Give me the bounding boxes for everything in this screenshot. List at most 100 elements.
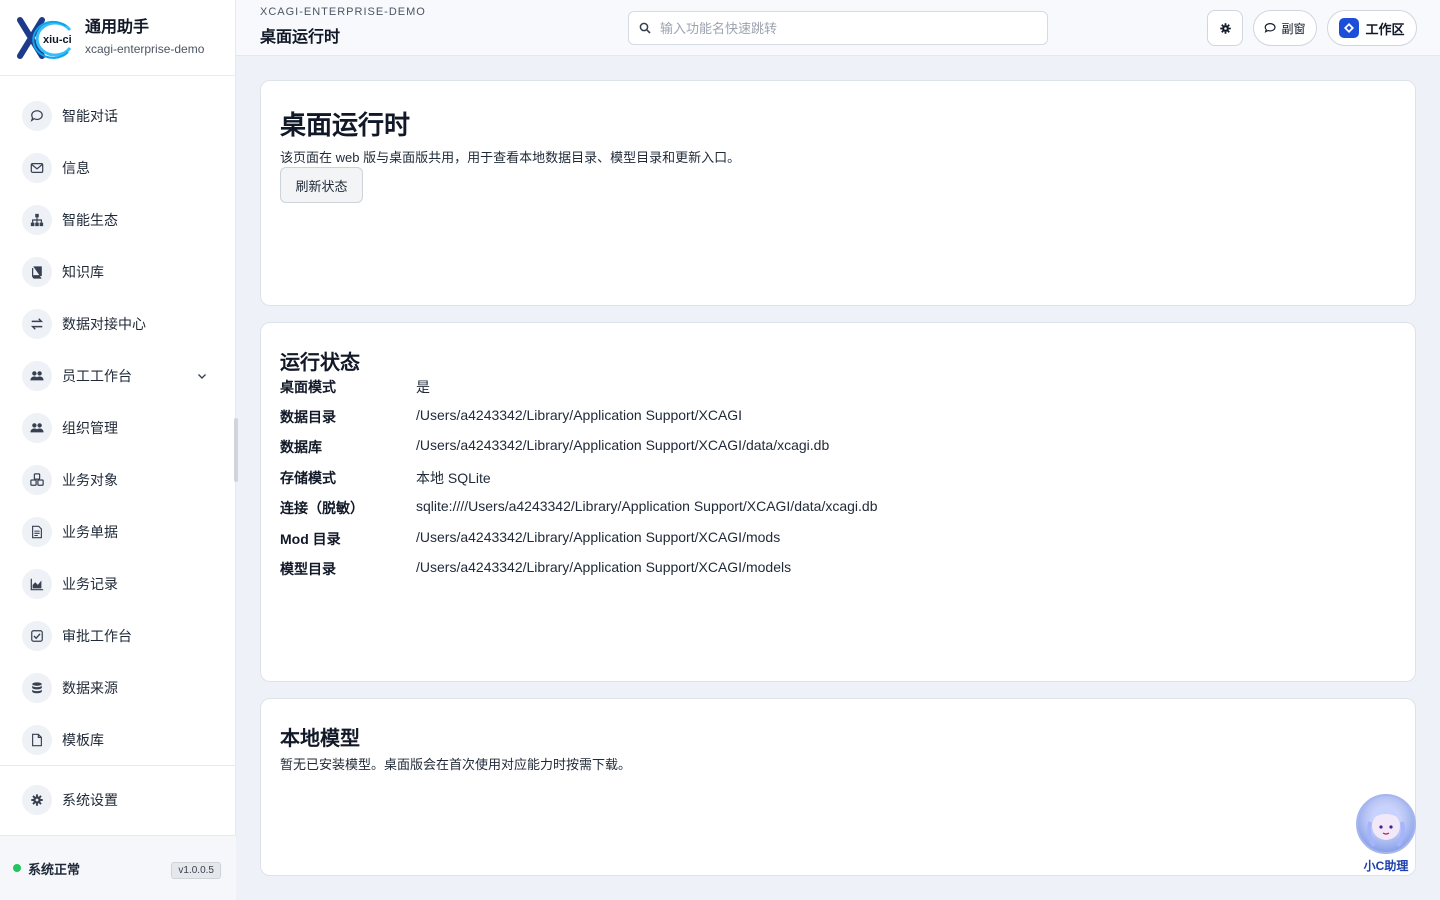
sidebar-item-label: 智能对话 [62,108,118,124]
book-icon [22,257,52,287]
status-key: 模型目录 [280,561,336,577]
status-value: /Users/a4243342/Library/Application Supp… [416,437,830,453]
sidebar-item-organization[interactable]: 组织管理 [0,402,236,454]
status-value: 本地 SQLite [416,470,491,486]
sidebar-item-label: 智能生态 [62,212,118,228]
sidebar-item-label: 业务对象 [62,472,118,488]
sidebar-scrollbar[interactable] [234,418,238,482]
status-row: 桌面模式 是 [280,377,1380,397]
workspace-label: 工作区 [1365,21,1405,37]
app-subtitle: xcagi-enterprise-demo [85,41,205,56]
search-icon [639,22,651,34]
logo-text: xiu-ci [43,34,72,46]
sidebar-item-data-sources[interactable]: 数据来源 [0,662,236,714]
sub-window-button[interactable]: 副窗 [1253,10,1317,46]
sidebar-item-label: 数据来源 [62,680,118,696]
status-key: Mod 目录 [280,531,341,547]
status-value: /Users/a4243342/Library/Application Supp… [416,529,781,545]
runtime-card: 桌面运行时 该页面在 web 版与桌面版共用，用于查看本地数据目录、模型目录和更… [260,80,1416,306]
status-card-title: 运行状态 [280,352,360,374]
sidebar-item-label: 系统设置 [62,792,118,808]
header: XCAGI-ENTERPRISE-DEMO 桌面运行时 副窗 工作区 [236,0,1440,56]
workspace-button[interactable]: 工作区 [1327,10,1417,46]
check-square-icon [22,621,52,651]
status-key: 桌面模式 [280,379,336,395]
status-row: 数据目录 /Users/a4243342/Library/Application… [280,407,1380,427]
sidebar-item-settings[interactable]: 系统设置 [0,774,236,826]
assistant-widget[interactable]: 小C助理 [1356,794,1416,876]
sidebar-item-business-objects[interactable]: 业务对象 [0,454,236,506]
users-icon [22,413,52,443]
sidebar-item-templates[interactable]: 模板库 [0,714,236,766]
sidebar-item-employee-workbench[interactable]: 员工工作台 [0,350,236,402]
sidebar-item-label: 模板库 [62,732,104,748]
status-card: 运行状态 桌面模式 是 数据目录 /Users/a4243342/Library… [260,322,1416,682]
sidebar-item-messages[interactable]: 信息 [0,142,236,194]
models-card-title: 本地模型 [280,728,360,750]
search-input[interactable] [660,20,1020,36]
document-icon [22,517,52,547]
users-icon [22,361,52,391]
sidebar-item-label: 数据对接中心 [62,316,146,332]
sidebar-item-business-documents[interactable]: 业务单据 [0,506,236,558]
status-row: 存储模式 本地 SQLite [280,468,1380,488]
sidebar-item-approval[interactable]: 审批工作台 [0,610,236,662]
sidebar-item-label: 审批工作台 [62,628,132,644]
sitemap-icon [22,205,52,235]
sidebar-item-label: 业务单据 [62,524,118,540]
assistant-avatar[interactable] [1356,794,1416,854]
refresh-status-button[interactable]: 刷新状态 [280,167,363,203]
chat-icon [1265,22,1277,33]
brand[interactable]: xiu-ci 通用助手 xcagi-enterprise-demo [0,0,235,76]
breadcrumb: XCAGI-ENTERPRISE-DEMO [260,6,426,18]
status-value: 是 [416,379,430,395]
gear-icon [1219,22,1231,34]
status-value: /Users/a4243342/Library/Application Supp… [416,407,743,423]
sidebar-item-label: 信息 [62,160,90,176]
sidebar-item-ecosystem[interactable]: 智能生态 [0,194,236,246]
settings-button[interactable] [1207,10,1243,46]
status-value: sqlite:////Users/a4243342/Library/Applic… [416,498,878,514]
status-key: 存储模式 [280,470,336,486]
sidebar-item-label: 组织管理 [62,420,118,436]
status-row: 模型目录 /Users/a4243342/Library/Application… [280,559,1380,579]
file-icon [22,725,52,755]
sidebar-nav: 智能对话 信息 智能生态 知识库 数据对接中心 员工工作台 组织管理 业务对象 … [0,90,236,766]
status-indicator [13,864,21,872]
logo: xiu-ci [16,16,74,60]
page-title: 桌面运行时 [260,29,341,46]
system-status: 系统正常 v1.0.0.5 [0,836,236,900]
cubes-icon [22,465,52,495]
chevron-down-icon[interactable] [196,370,208,382]
app-name: 通用助手 [85,18,150,36]
sidebar-item-label: 知识库 [62,264,104,280]
models-card: 本地模型 暂无已安装模型。桌面版会在首次使用对应能力时按需下载。 [260,698,1416,876]
version-badge: v1.0.0.5 [171,862,221,879]
sidebar-item-knowledge[interactable]: 知识库 [0,246,236,298]
status-key: 连接（脱敏） [280,500,364,516]
mail-icon [22,153,52,183]
sidebar-item-chat[interactable]: 智能对话 [0,90,236,142]
area-chart-icon [22,569,52,599]
runtime-card-description: 该页面在 web 版与桌面版共用，用于查看本地数据目录、模型目录和更新入口。 [280,150,741,165]
status-key: 数据库 [280,439,322,455]
exchange-icon [22,309,52,339]
models-card-description: 暂无已安装模型。桌面版会在首次使用对应能力时按需下载。 [280,757,632,772]
sidebar: xiu-ci 通用助手 xcagi-enterprise-demo 智能对话 信… [0,0,236,900]
gear-icon [22,785,52,815]
status-key: 数据目录 [280,409,336,425]
sidebar-item-label: 员工工作台 [62,368,132,384]
sidebar-item-label: 业务记录 [62,576,118,592]
workspace-icon [1339,18,1360,38]
assistant-label: 小C助理 [1363,859,1409,873]
status-row: Mod 目录 /Users/a4243342/Library/Applicati… [280,529,1380,549]
chat-icon [22,101,52,131]
search-box[interactable] [628,11,1048,45]
status-row: 数据库 /Users/a4243342/Library/Application … [280,437,1380,457]
divider [0,765,236,766]
sidebar-item-data-integration[interactable]: 数据对接中心 [0,298,236,350]
database-icon [22,673,52,703]
runtime-card-title: 桌面运行时 [280,110,411,140]
sub-window-label: 副窗 [1281,21,1306,36]
sidebar-item-business-records[interactable]: 业务记录 [0,558,236,610]
